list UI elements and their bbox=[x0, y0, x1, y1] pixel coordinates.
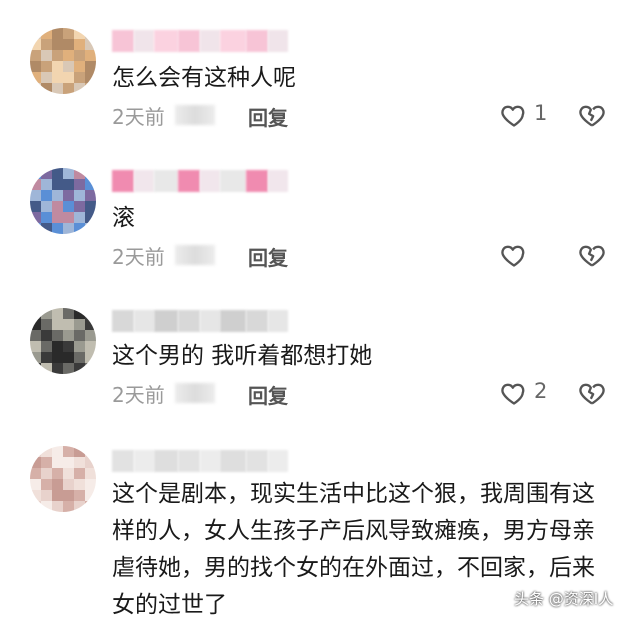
comment-text: 滚 bbox=[112, 205, 135, 231]
watermark: 头条 @资深I人 bbox=[514, 590, 614, 608]
like-count: 2 bbox=[534, 379, 548, 403]
like-count: 1 bbox=[534, 101, 548, 125]
broken-heart-icon[interactable] bbox=[578, 379, 606, 407]
location-blurred bbox=[174, 245, 215, 265]
username-blurred[interactable] bbox=[112, 310, 288, 332]
heart-outline-icon[interactable] bbox=[500, 101, 528, 129]
comment-text: 怎么会有这种人呢 bbox=[112, 65, 296, 91]
heart-outline-icon[interactable] bbox=[500, 241, 528, 269]
broken-heart-icon[interactable] bbox=[578, 101, 606, 129]
reply-button[interactable]: 回复 bbox=[248, 380, 288, 409]
username-blurred[interactable] bbox=[112, 30, 288, 52]
avatar[interactable] bbox=[30, 446, 96, 512]
comment-meta: 2天前 bbox=[112, 100, 215, 130]
comment-date: 2天前 bbox=[112, 382, 165, 407]
reply-button[interactable]: 回复 bbox=[248, 242, 288, 271]
location-blurred bbox=[174, 383, 215, 403]
avatar[interactable] bbox=[30, 308, 96, 374]
avatar[interactable] bbox=[30, 168, 96, 234]
username-blurred[interactable] bbox=[112, 450, 288, 472]
username-blurred[interactable] bbox=[112, 170, 288, 192]
comment-meta: 2天前 bbox=[112, 378, 215, 408]
avatar[interactable] bbox=[30, 28, 96, 94]
reply-button[interactable]: 回复 bbox=[248, 102, 288, 131]
comment-date: 2天前 bbox=[112, 104, 165, 129]
location-blurred bbox=[174, 105, 215, 125]
comment-text: 这个男的 我听着都想打她 bbox=[112, 343, 373, 369]
broken-heart-icon[interactable] bbox=[578, 241, 606, 269]
comment-date: 2天前 bbox=[112, 244, 165, 269]
heart-outline-icon[interactable] bbox=[500, 379, 528, 407]
comment-meta: 2天前 bbox=[112, 240, 215, 270]
